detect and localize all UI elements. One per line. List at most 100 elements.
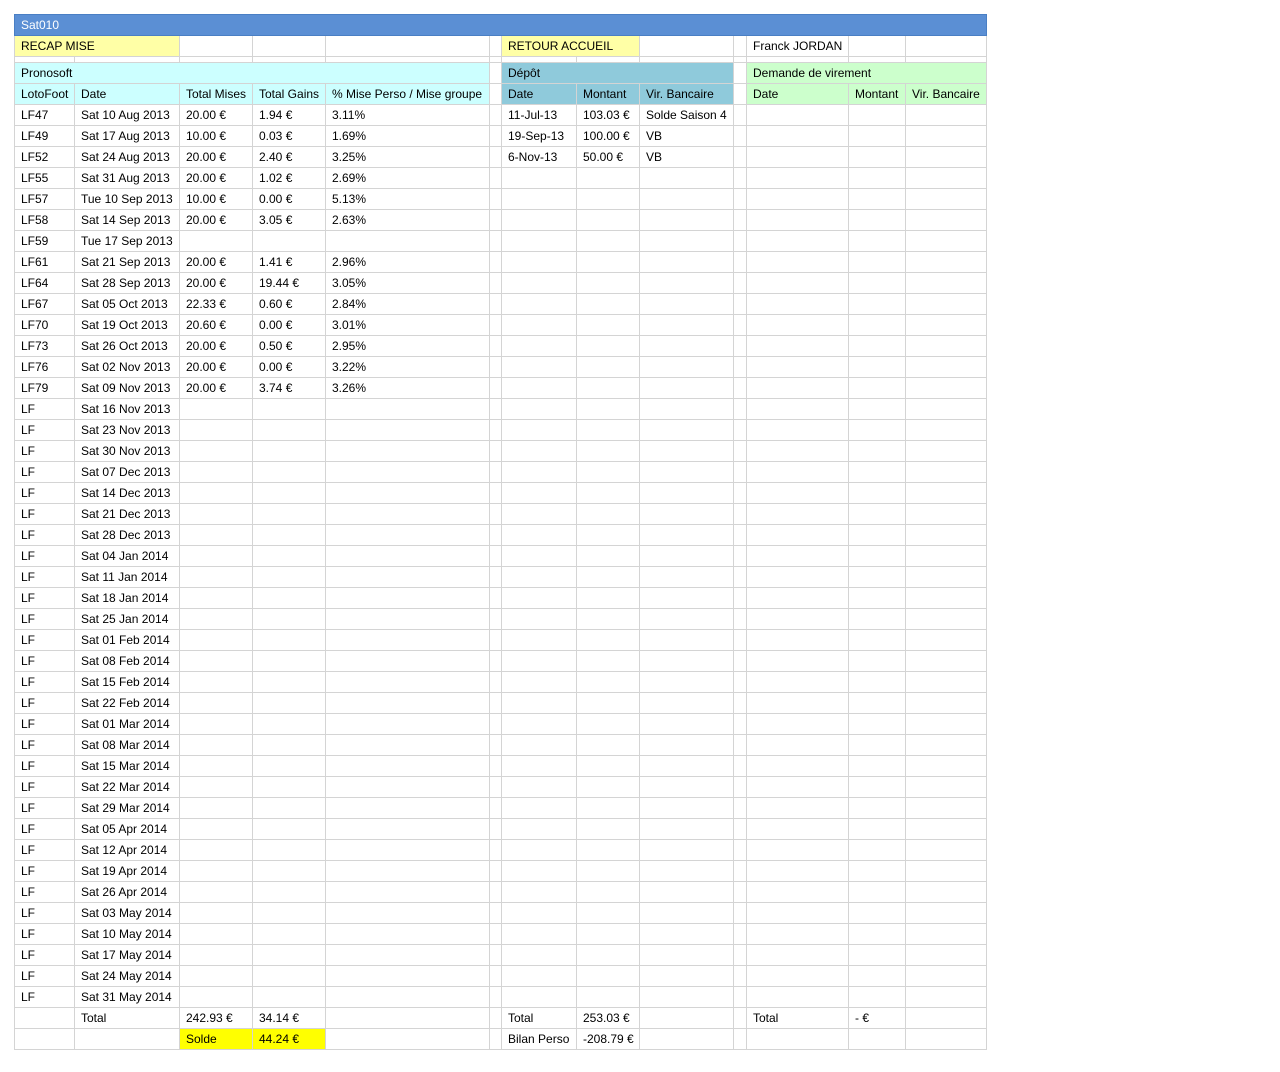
pronosoft-cell: 0.00 €: [252, 356, 326, 378]
cell: [746, 209, 849, 231]
cell: [905, 272, 987, 294]
pronosoft-cell: [179, 650, 253, 672]
pronosoft-header: % Mise Perso / Mise groupe: [325, 83, 490, 105]
cell: [848, 230, 906, 252]
cell: [639, 692, 734, 714]
cell: [576, 440, 640, 462]
cell: [848, 860, 906, 882]
cell: [746, 944, 849, 966]
cell: [746, 356, 849, 378]
solde-label: Solde: [179, 1028, 253, 1050]
pronosoft-cell: Sat 26 Apr 2014: [74, 881, 180, 903]
table-row: LF Sat 21 Dec 2013: [14, 503, 987, 525]
cell: [733, 356, 747, 378]
cell: [746, 146, 849, 168]
cell: [489, 251, 502, 273]
cell: [489, 356, 502, 378]
cell: [501, 944, 577, 966]
pronosoft-cell: [325, 440, 490, 462]
cell: [639, 650, 734, 672]
cell: [905, 314, 987, 336]
pronosoft-header: Total Gains: [252, 83, 326, 105]
pronosoft-cell: [325, 524, 490, 546]
cell: [746, 587, 849, 609]
pronosoft-cell: LF52: [14, 146, 75, 168]
depot-cell: 103.03 €: [576, 104, 640, 126]
pronosoft-cell: [325, 419, 490, 441]
cell: [489, 608, 502, 630]
cell: [905, 566, 987, 588]
cell: [746, 419, 849, 441]
pronosoft-cell: 3.74 €: [252, 377, 326, 399]
sheet-name-row: Sat010: [14, 14, 987, 36]
virement-header: Vir. Bancaire: [905, 83, 987, 105]
cell: [489, 104, 502, 126]
pronosoft-cell: [179, 839, 253, 861]
pronosoft-header: Date: [74, 83, 180, 105]
pronosoft-cell: [252, 923, 326, 945]
cell: [489, 209, 502, 231]
cell: [733, 482, 747, 504]
pronosoft-cell: Sat 03 May 2014: [74, 902, 180, 924]
cell: [733, 734, 747, 756]
table-row: LF Sat 05 Apr 2014: [14, 818, 987, 840]
cell: [848, 734, 906, 756]
pronosoft-cell: Sat 07 Dec 2013: [74, 461, 180, 483]
cell: [746, 104, 849, 126]
cell: [576, 734, 640, 756]
pronosoft-cell: Sat 19 Oct 2013: [74, 314, 180, 336]
cell: [848, 587, 906, 609]
cell: [746, 272, 849, 294]
cell: [489, 377, 502, 399]
cell: [848, 986, 906, 1008]
cell: [848, 713, 906, 735]
cell: [733, 314, 747, 336]
pronosoft-cell: Sat 24 May 2014: [74, 965, 180, 987]
cell: [325, 35, 490, 57]
pronosoft-cell: 1.69%: [325, 125, 490, 147]
cell: [733, 251, 747, 273]
pronosoft-cell: [325, 545, 490, 567]
pronosoft-cell: [252, 650, 326, 672]
pronosoft-cell: 2.84%: [325, 293, 490, 315]
solde-value: 44.24 €: [252, 1028, 326, 1050]
pronosoft-cell: LF: [14, 881, 75, 903]
pronosoft-cell: [252, 860, 326, 882]
bilan-value: -208.79 €: [576, 1028, 640, 1050]
pronosoft-cell: LF79: [14, 377, 75, 399]
cell: [746, 713, 849, 735]
cell: [905, 608, 987, 630]
retour-accueil-button[interactable]: RETOUR ACCUEIL: [501, 35, 640, 57]
pronosoft-cell: Sat 10 May 2014: [74, 923, 180, 945]
cell: [733, 62, 747, 84]
pronosoft-cell: [179, 902, 253, 924]
pronosoft-cell: [179, 965, 253, 987]
table-row: LF57 Tue 10 Sep 2013 10.00 €0.00 €5.13%: [14, 188, 987, 210]
cell: [639, 1007, 734, 1029]
table-row: LF Sat 15 Feb 2014: [14, 671, 987, 693]
cell: [746, 797, 849, 819]
pronosoft-cell: [179, 503, 253, 525]
table-row: LF59 Tue 17 Sep 2013: [14, 230, 987, 252]
pronosoft-cell: [325, 923, 490, 945]
cell: [639, 734, 734, 756]
pronosoft-cell: 20.00 €: [179, 146, 253, 168]
cell: [501, 671, 577, 693]
cell: [905, 986, 987, 1008]
pronosoft-cell: [179, 440, 253, 462]
pronosoft-cell: Sat 22 Feb 2014: [74, 692, 180, 714]
depot-title: Dépôt: [501, 62, 734, 84]
cell: [905, 377, 987, 399]
cell: [905, 251, 987, 273]
pronosoft-cell: 10.00 €: [179, 188, 253, 210]
cell: [733, 293, 747, 315]
cell: [501, 335, 577, 357]
recap-mise-button[interactable]: RECAP MISE: [14, 35, 180, 57]
cell: [576, 167, 640, 189]
pronosoft-cell: 2.63%: [325, 209, 490, 231]
pronosoft-cell: Sat 23 Nov 2013: [74, 419, 180, 441]
pronosoft-cell: [179, 755, 253, 777]
pronosoft-cell: Sat 05 Apr 2014: [74, 818, 180, 840]
cell: [639, 188, 734, 210]
header-row: LotoFoot Date Total Mises Total Gains% Mise…: [14, 83, 987, 105]
